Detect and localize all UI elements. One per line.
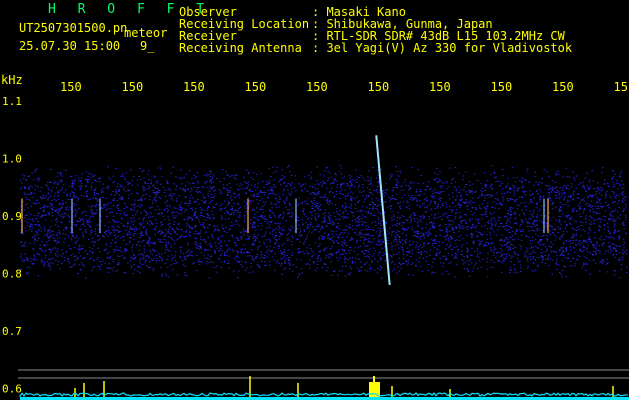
x-tick-label: 150 (183, 80, 205, 94)
x-tick-label: 150 (368, 80, 390, 94)
y-tick-label: 0.9 (2, 210, 22, 223)
x-tick-label: 150 (60, 80, 82, 94)
y-tick-label: 0.6 (2, 382, 22, 395)
y-tick-label: 1.0 (2, 152, 22, 165)
x-tick-label: 150 (552, 80, 574, 94)
x-tick-label: 150 (306, 80, 328, 94)
x-tick-label: 1510 (614, 80, 629, 94)
noise-dots (20, 164, 628, 279)
x-tick-label: 150 (491, 80, 513, 94)
meteor-trail (375, 135, 391, 286)
spectrogram-window: H R O F F T UT2507301500.pn meteor 25.07… (0, 0, 629, 400)
spectrogram-plot: 1.1 1.0 0.9 0.8 0.7 0.6 150 150 150 150 150 150 150 1… (2, 80, 629, 400)
y-tick-label: 1.1 (2, 95, 22, 108)
baseline-trace (19, 392, 629, 398)
noise-band (20, 164, 628, 279)
y-tick-label: 0.7 (2, 325, 22, 338)
x-tick-label: 150 (429, 80, 451, 94)
x-tick-label: 150 (245, 80, 267, 94)
x-tick-label: 150 (122, 80, 144, 94)
y-tick-label: 0.8 (2, 267, 22, 280)
